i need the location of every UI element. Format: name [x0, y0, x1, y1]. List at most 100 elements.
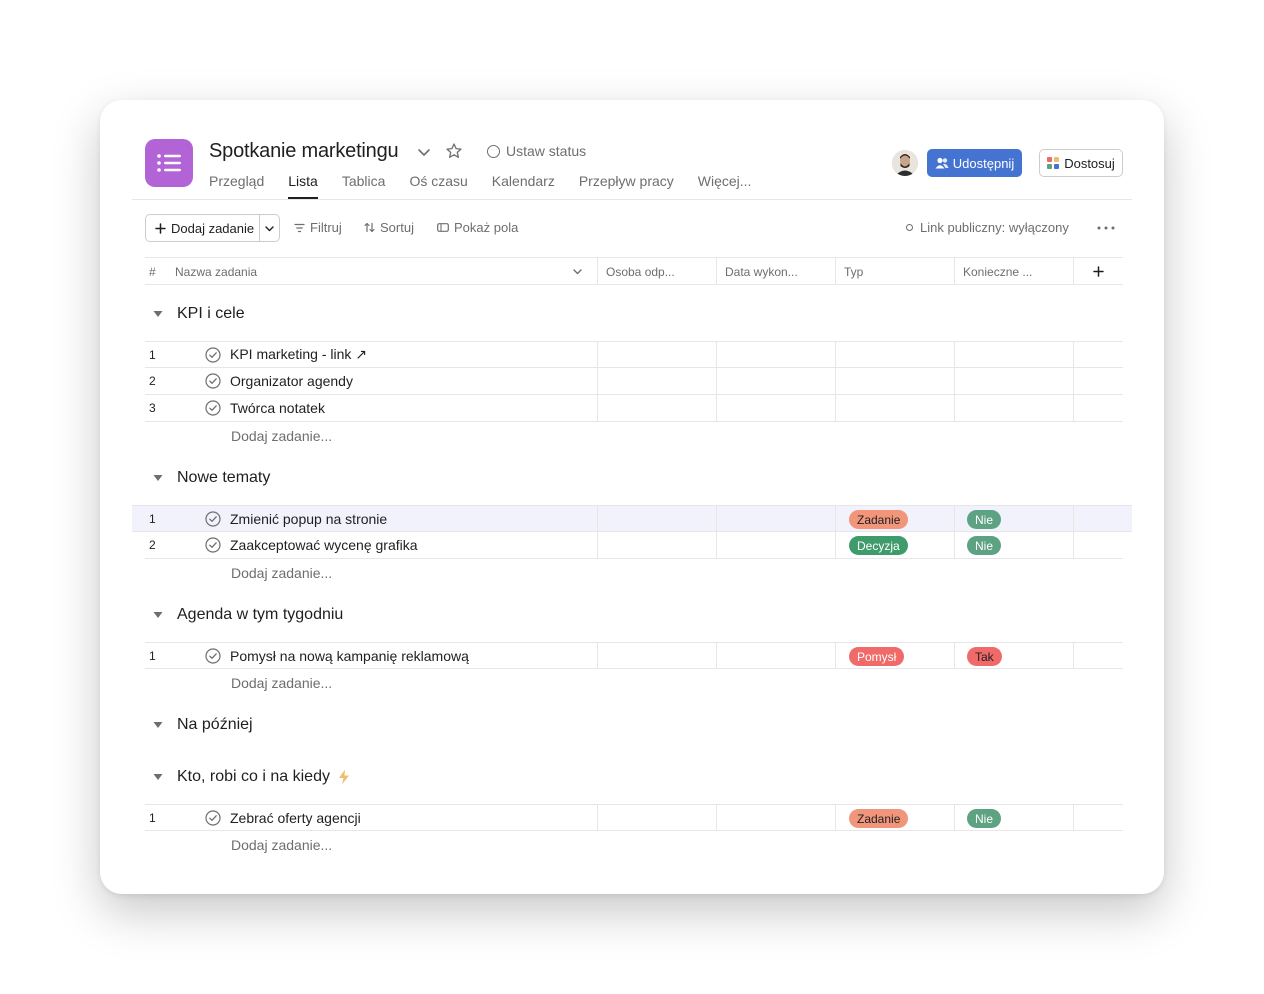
tab-timeline[interactable]: Oś czasu [409, 173, 467, 199]
table-row-content: 3 Twórca notatek [145, 395, 1123, 421]
row-number: 1 [149, 347, 156, 362]
row-number: 2 [149, 538, 156, 552]
cell-divider [716, 805, 717, 830]
required-badge[interactable]: Nie [967, 809, 1002, 828]
table-row[interactable]: 2 Zaakceptować wycenę grafika Decyzja Nie [145, 532, 1123, 559]
caret-down-icon[interactable] [153, 773, 163, 781]
filter-button[interactable]: Filtruj [294, 220, 342, 235]
complete-checkmark-icon[interactable] [205, 373, 221, 389]
task-name[interactable]: Pomysł na nową kampanię reklamową [230, 643, 469, 668]
project-list-icon[interactable] [145, 139, 193, 187]
table-row-content: 1 KPI marketing - link ↗ [145, 342, 1123, 367]
add-task-inline[interactable]: Dodaj zadanie... [231, 837, 332, 853]
add-task-inline[interactable]: Dodaj zadanie... [231, 428, 332, 444]
cell-divider [1073, 643, 1074, 668]
required-badge[interactable]: Nie [967, 510, 1002, 529]
cell-divider [954, 368, 955, 394]
task-name[interactable]: Zmienić popup na stronie [230, 506, 387, 531]
more-options-icon[interactable] [1095, 220, 1117, 236]
type-badge[interactable]: Decyzja [849, 536, 908, 555]
column-task-name[interactable]: Nazwa zadania [175, 258, 257, 285]
section-header[interactable]: Kto, robi co i na kiedy [153, 768, 350, 786]
table-row[interactable]: 1 KPI marketing - link ↗ [145, 341, 1123, 368]
section-header[interactable]: Agenda w tym tygodniu [153, 606, 343, 624]
task-name[interactable]: Zebrać oferty agencji [230, 805, 361, 830]
type-badge[interactable]: Pomysł [849, 647, 905, 666]
cell-divider [1073, 342, 1074, 367]
table-row-content: 1 Zebrać oferty agencji Zadanie Nie [145, 805, 1123, 830]
cell-divider [954, 506, 955, 531]
show-fields-label: Pokaż pola [454, 220, 519, 235]
table-row[interactable]: 2 Organizator agendy [145, 368, 1123, 395]
table-row[interactable]: 1 Pomysł na nową kampanię reklamową Pomysł… [145, 642, 1123, 669]
set-status-button[interactable]: Ustaw status [487, 143, 586, 159]
star-icon[interactable] [445, 142, 463, 160]
type-badge[interactable]: Zadanie [849, 809, 909, 828]
tab-calendar[interactable]: Kalendarz [492, 173, 555, 199]
public-link-toggle[interactable]: Link publiczny: wyłączony [906, 220, 1069, 235]
section-header[interactable]: Na później [153, 716, 253, 734]
chevron-down-icon[interactable] [572, 266, 583, 277]
task-name[interactable]: Twórca notatek [230, 395, 325, 421]
complete-checkmark-icon[interactable] [205, 347, 221, 363]
complete-checkmark-icon[interactable] [205, 537, 221, 553]
chevron-down-icon [265, 225, 274, 231]
cell-divider [835, 643, 836, 668]
column-required[interactable]: Konieczne ... [963, 258, 1032, 285]
cell-divider [1073, 532, 1074, 558]
required-badge[interactable]: Tak [967, 647, 1002, 666]
complete-checkmark-icon[interactable] [205, 511, 221, 527]
tab-more[interactable]: Więcej... [698, 173, 752, 199]
caret-down-icon[interactable] [153, 310, 163, 318]
tab-overview[interactable]: Przegląd [209, 173, 264, 199]
show-fields-button[interactable]: Pokaż pola [437, 220, 518, 235]
row-number: 1 [149, 810, 156, 825]
lightning-icon [338, 769, 349, 785]
caret-down-icon[interactable] [153, 611, 163, 619]
table-row[interactable]: 3 Twórca notatek [145, 395, 1123, 422]
cell-divider [597, 368, 598, 394]
column-divider [1073, 258, 1074, 284]
section-header[interactable]: Nowe tematy [153, 469, 270, 487]
tab-board[interactable]: Tablica [342, 173, 386, 199]
add-task-main[interactable]: Dodaj zadanie [146, 215, 260, 241]
customize-button[interactable]: Dostosuj [1039, 149, 1123, 177]
status-dot-icon [906, 224, 913, 231]
cell-divider [716, 395, 717, 421]
column-due-date[interactable]: Data wykon... [725, 258, 798, 285]
sort-button[interactable]: Sortuj [364, 220, 414, 235]
task-name[interactable]: Zaakceptować wycenę grafika [230, 532, 418, 558]
caret-down-icon[interactable] [153, 721, 163, 729]
cell-divider [1073, 506, 1074, 531]
type-badge[interactable]: Zadanie [849, 510, 909, 529]
caret-down-icon[interactable] [153, 474, 163, 482]
task-name[interactable]: Organizator agendy [230, 368, 353, 394]
cell-divider [1073, 395, 1074, 421]
complete-checkmark-icon[interactable] [205, 810, 221, 826]
section-title-text: Agenda w tym tygodniu [177, 606, 344, 623]
table-row[interactable]: 1 Zmienić popup na stronie Zadanie Nie [132, 505, 1132, 532]
column-type[interactable]: Typ [844, 258, 863, 285]
task-name[interactable]: KPI marketing - link ↗ [230, 342, 367, 367]
table-row[interactable]: 1 Zebrać oferty agencji Zadanie Nie [145, 804, 1123, 831]
table-row-content: 1 Zmienić popup na stronie Zadanie Nie [145, 506, 1123, 531]
add-task-dropdown[interactable] [260, 215, 279, 241]
row-number: 1 [149, 511, 156, 526]
column-assignee[interactable]: Osoba odp... [606, 258, 675, 285]
required-badge[interactable]: Nie [967, 536, 1002, 555]
tab-list[interactable]: Lista [288, 173, 318, 199]
chevron-down-icon[interactable] [416, 144, 432, 160]
add-column-plus-icon[interactable] [1093, 266, 1104, 277]
project-tabs: Przegląd Lista Tablica Oś czasu Kalendar… [209, 173, 775, 199]
plus-icon [155, 222, 166, 234]
project-title[interactable]: Spotkanie marketingu [209, 140, 399, 163]
tab-workflow[interactable]: Przepływ pracy [579, 173, 674, 199]
share-button[interactable]: Udostępnij [927, 149, 1022, 177]
complete-checkmark-icon[interactable] [205, 648, 221, 664]
avatar[interactable] [892, 150, 918, 176]
section-header[interactable]: KPI i cele [153, 305, 245, 323]
add-task-button[interactable]: Dodaj zadanie [145, 214, 280, 242]
add-task-inline[interactable]: Dodaj zadanie... [231, 565, 332, 581]
complete-checkmark-icon[interactable] [205, 400, 221, 416]
add-task-inline[interactable]: Dodaj zadanie... [231, 675, 332, 691]
